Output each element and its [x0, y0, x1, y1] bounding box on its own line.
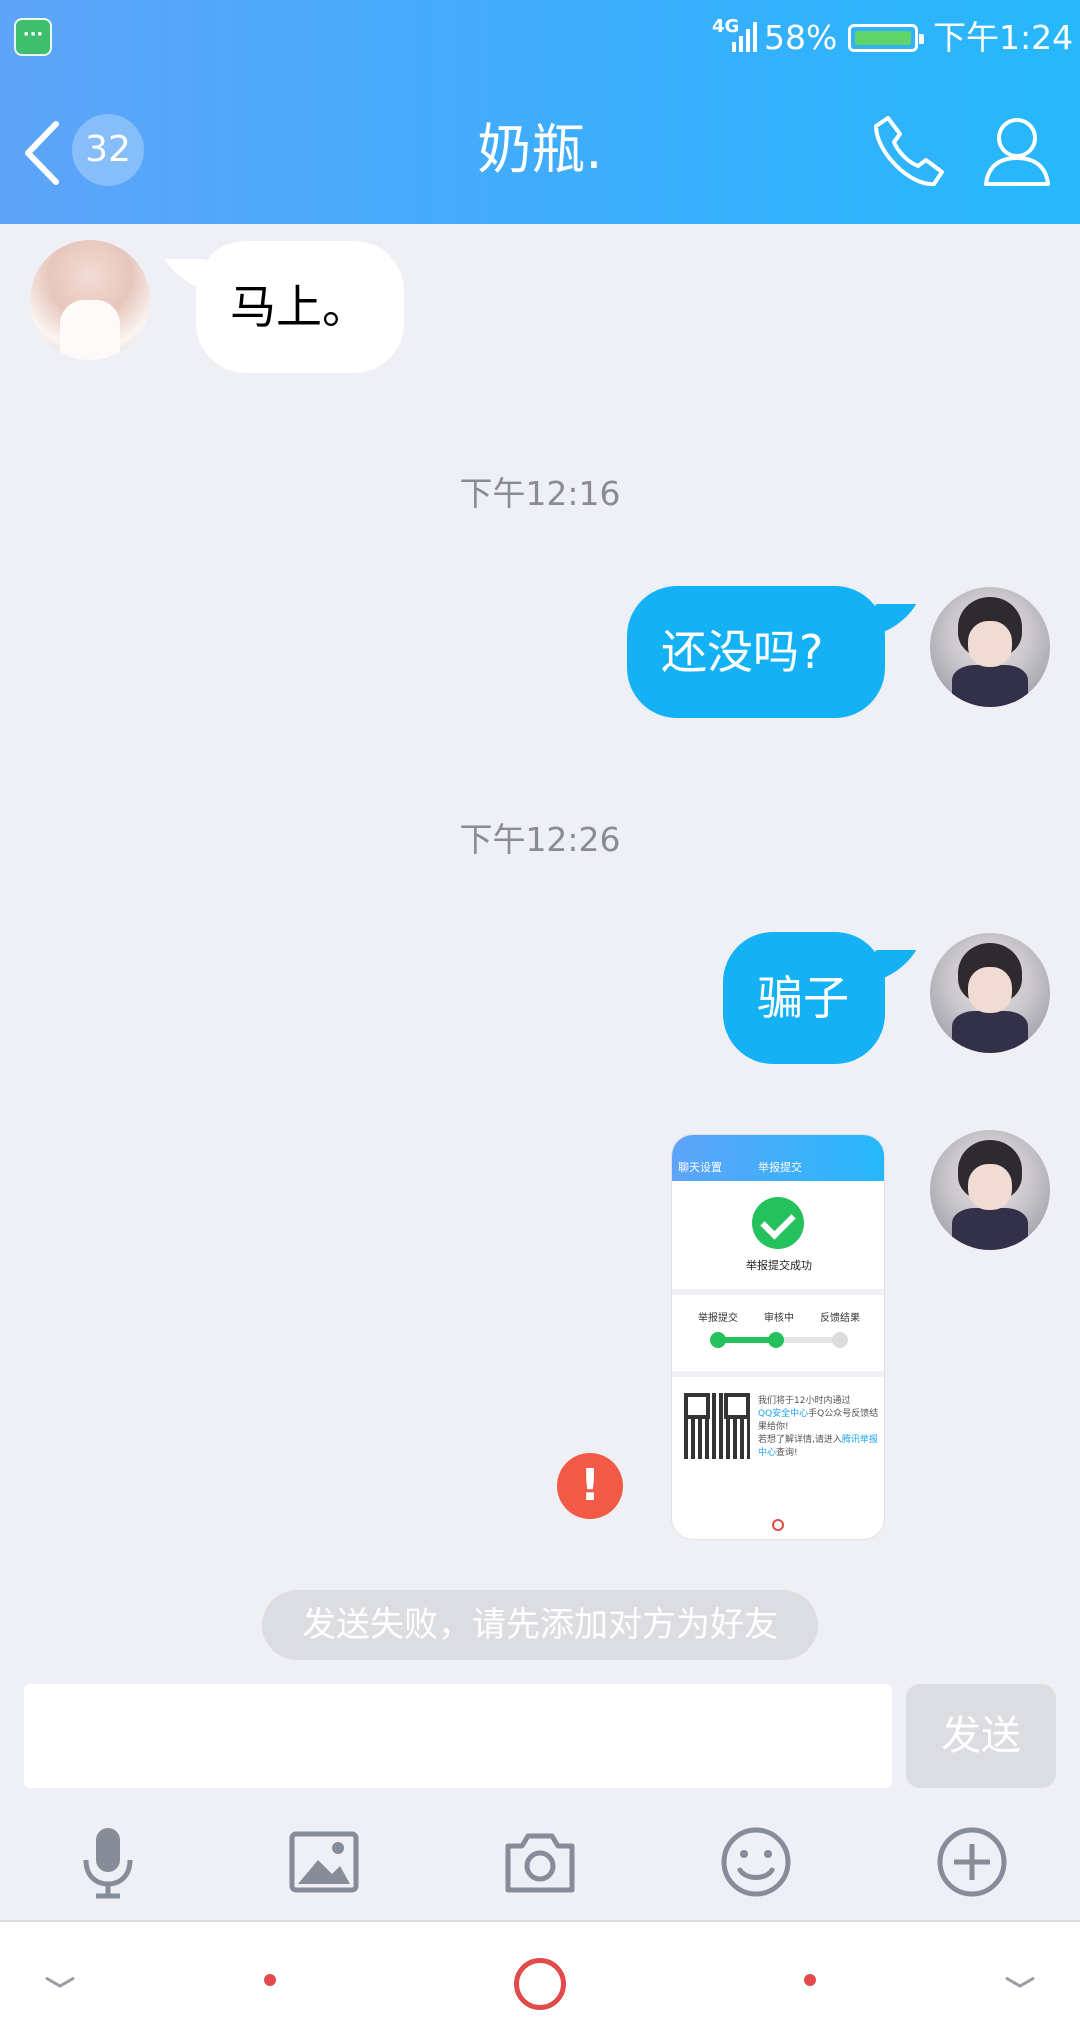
- send-failed-icon[interactable]: !: [557, 1453, 623, 1519]
- preview-success-text: 举报提交成功: [746, 1259, 812, 1272]
- outgoing-message-bubble[interactable]: 骗子: [723, 932, 885, 1064]
- home-button[interactable]: [514, 1958, 566, 2010]
- image-message[interactable]: 聊天设置 举报提交 举报提交成功 举报提交 审核中 反馈结果 我们将于12小时内…: [671, 1134, 885, 1540]
- step-done-icon: [768, 1332, 784, 1348]
- contact-avatar[interactable]: [30, 240, 150, 360]
- preview-info-text: 我们将于12小时内通过 QQ安全中心手Q公众号反馈结果给你! 若想了解详情,请进…: [758, 1396, 879, 1458]
- status-clock: 下午1:24: [933, 18, 1074, 57]
- my-avatar[interactable]: [930, 1130, 1050, 1250]
- nav-dot-right[interactable]: [804, 1974, 816, 1986]
- step-label: 审核中: [764, 1313, 794, 1324]
- preview-divider: [672, 1371, 884, 1377]
- step-done-icon: [710, 1332, 726, 1348]
- nav-dot-left[interactable]: [264, 1974, 276, 1986]
- send-button[interactable]: 发送: [906, 1684, 1056, 1788]
- preview-back-label: 聊天设置: [678, 1161, 722, 1174]
- chevron-down-icon[interactable]: [44, 1974, 76, 1992]
- step-pending-icon: [832, 1332, 848, 1348]
- preview-title: 举报提交: [758, 1161, 802, 1174]
- top-bar: 4G 58% 下午1:24 32 奶瓶.: [0, 0, 1080, 224]
- image-gallery-icon[interactable]: [284, 1822, 364, 1902]
- composer-toolbar: [0, 1800, 1080, 1922]
- battery-percent: 58%: [764, 18, 838, 57]
- title-bar: 32 奶瓶.: [0, 78, 1080, 224]
- preview-divider: [672, 1289, 884, 1295]
- message-input[interactable]: [24, 1684, 892, 1788]
- outgoing-message-bubble[interactable]: 还没吗?: [627, 586, 885, 718]
- phone-call-icon[interactable]: [870, 112, 948, 190]
- chevron-down-icon[interactable]: [1004, 1974, 1036, 1992]
- message-app-icon: [14, 18, 52, 56]
- message-text: 骗子: [757, 971, 849, 1025]
- message-timestamp: 下午12:16: [459, 474, 621, 513]
- signal-icon: [732, 22, 757, 52]
- status-bar: 4G 58% 下午1:24: [0, 0, 1080, 78]
- system-notice: 发送失败，请先添加对方为好友: [262, 1590, 818, 1660]
- battery-icon: [848, 24, 924, 52]
- preview-nav-bar: [672, 1511, 884, 1539]
- success-check-icon: [752, 1197, 804, 1249]
- message-timestamp: 下午12:26: [459, 820, 621, 859]
- step-label: 举报提交: [698, 1313, 738, 1324]
- my-avatar[interactable]: [930, 587, 1050, 707]
- system-nav-bar: [0, 1922, 1080, 2040]
- qr-code-icon: [684, 1393, 750, 1459]
- plus-more-icon[interactable]: [932, 1822, 1012, 1902]
- emoji-icon[interactable]: [716, 1822, 796, 1902]
- incoming-message-bubble[interactable]: 马上。: [196, 241, 404, 373]
- my-avatar[interactable]: [930, 933, 1050, 1053]
- microphone-icon[interactable]: [68, 1822, 148, 1902]
- contact-profile-icon[interactable]: [980, 112, 1054, 190]
- camera-icon[interactable]: [500, 1822, 580, 1902]
- preview-header: 聊天设置 举报提交: [672, 1135, 884, 1181]
- message-text: 马上。: [230, 280, 368, 334]
- step-label: 反馈结果: [820, 1313, 860, 1324]
- message-text: 还没吗?: [661, 625, 824, 679]
